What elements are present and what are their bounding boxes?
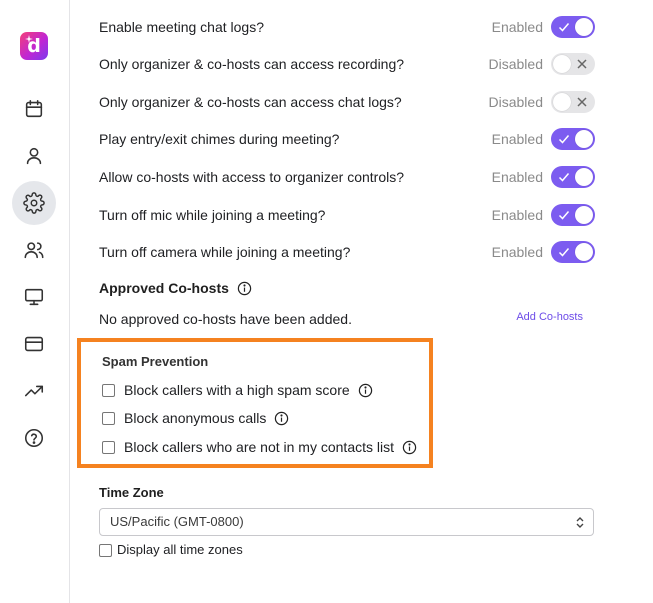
setting-label: Enable meeting chat logs? — [99, 19, 264, 35]
check-icon — [558, 248, 570, 257]
sidebar-item-contacts[interactable] — [12, 228, 56, 272]
chat-logs-access-toggle[interactable] — [551, 91, 595, 113]
spam-prevention-title: Spam Prevention — [102, 354, 209, 369]
spam-option-text: Block anonymous calls — [124, 410, 267, 426]
trending-up-icon — [24, 385, 44, 397]
sidebar-item-profile[interactable] — [12, 134, 56, 178]
toggle-knob — [575, 206, 593, 224]
info-icon[interactable] — [274, 411, 289, 426]
check-icon — [558, 135, 570, 144]
x-icon — [577, 59, 587, 69]
setting-label: Allow co-hosts with access to organizer … — [99, 169, 405, 185]
app-logo[interactable]: d — [20, 32, 48, 60]
setting-status: Enabled — [491, 207, 543, 223]
cohost-controls-toggle[interactable] — [551, 166, 595, 188]
setting-label: Only organizer & co-hosts can access cha… — [99, 94, 402, 110]
spam-prevention-section: Spam Prevention Block callers with a hig… — [77, 338, 433, 468]
setting-row-camera-off: Turn off camera while joining a meeting?… — [99, 240, 595, 264]
sidebar-item-display[interactable] — [12, 275, 56, 319]
block-high-spam-checkbox[interactable] — [102, 384, 115, 397]
show-all-timezones-label: Display all time zones — [117, 542, 243, 557]
cohosts-empty-text: No approved co-hosts have been added. — [99, 311, 352, 327]
sidebar-item-billing[interactable] — [12, 322, 56, 366]
chevron-up-down-icon — [576, 517, 584, 528]
setting-label: Play entry/exit chimes during meeting? — [99, 131, 340, 147]
credit-card-icon — [24, 336, 44, 352]
calendar-icon — [25, 99, 43, 118]
sidebar-item-analytics[interactable] — [12, 369, 56, 413]
toggle-knob — [575, 130, 593, 148]
sidebar-item-help[interactable] — [12, 416, 56, 460]
check-icon — [558, 23, 570, 32]
timezone-select[interactable]: US/Pacific (GMT-0800) — [99, 508, 594, 536]
check-icon — [558, 211, 570, 220]
toggle-knob — [575, 243, 593, 261]
setting-label: Turn off mic while joining a meeting? — [99, 207, 326, 223]
spam-option-label: Block anonymous calls — [124, 410, 289, 426]
setting-status: Enabled — [491, 244, 543, 260]
gear-icon — [23, 192, 45, 214]
camera-off-toggle[interactable] — [551, 241, 595, 263]
setting-row-recording-access: Only organizer & co-hosts can access rec… — [99, 52, 595, 76]
setting-row-cohost-controls: Allow co-hosts with access to organizer … — [99, 165, 595, 189]
users-icon — [24, 242, 44, 259]
spam-option-text: Block callers with a high spam score — [124, 382, 350, 398]
monitor-icon — [24, 288, 44, 306]
setting-row-chimes: Play entry/exit chimes during meeting? E… — [99, 127, 595, 151]
chat-logs-toggle[interactable] — [551, 16, 595, 38]
block-anonymous-checkbox[interactable] — [102, 412, 115, 425]
info-icon[interactable] — [237, 281, 252, 296]
block-non-contacts-checkbox[interactable] — [102, 441, 115, 454]
sidebar: d — [0, 0, 70, 603]
setting-row-chat-logs: Enable meeting chat logs? Enabled — [99, 15, 595, 39]
info-icon[interactable] — [358, 383, 373, 398]
mic-off-toggle[interactable] — [551, 204, 595, 226]
toggle-knob — [553, 55, 571, 73]
recording-access-toggle[interactable] — [551, 53, 595, 75]
user-icon — [26, 147, 42, 165]
logo-letter: d — [27, 35, 41, 57]
toggle-knob — [553, 93, 571, 111]
setting-status: Enabled — [491, 131, 543, 147]
spam-option-label: Block callers who are not in my contacts… — [124, 439, 417, 455]
toggle-knob — [575, 168, 593, 186]
setting-row-chat-logs-access: Only organizer & co-hosts can access cha… — [99, 90, 595, 114]
setting-row-mic-off: Turn off mic while joining a meeting? En… — [99, 203, 595, 227]
setting-status: Enabled — [491, 169, 543, 185]
spam-option-text: Block callers who are not in my contacts… — [124, 439, 394, 455]
info-icon[interactable] — [402, 440, 417, 455]
x-icon — [577, 97, 587, 107]
timezone-value: US/Pacific (GMT-0800) — [110, 514, 244, 529]
timezone-title: Time Zone — [99, 485, 164, 500]
chimes-toggle[interactable] — [551, 128, 595, 150]
sidebar-item-settings[interactable] — [12, 181, 56, 225]
help-circle-icon — [24, 428, 44, 448]
add-cohosts-link[interactable]: Add Co-hosts — [516, 311, 583, 323]
cohosts-heading: Approved Co-hosts — [99, 280, 252, 296]
check-icon — [558, 173, 570, 182]
setting-status: Enabled — [491, 19, 543, 35]
toggle-knob — [575, 18, 593, 36]
cohosts-title: Approved Co-hosts — [99, 280, 229, 296]
setting-status: Disabled — [488, 56, 543, 72]
setting-status: Disabled — [488, 94, 543, 110]
spam-option-label: Block callers with a high spam score — [124, 382, 373, 398]
sidebar-item-calendar[interactable] — [12, 87, 56, 131]
setting-label: Turn off camera while joining a meeting? — [99, 244, 351, 260]
setting-label: Only organizer & co-hosts can access rec… — [99, 56, 405, 72]
show-all-timezones-checkbox[interactable] — [99, 544, 112, 557]
